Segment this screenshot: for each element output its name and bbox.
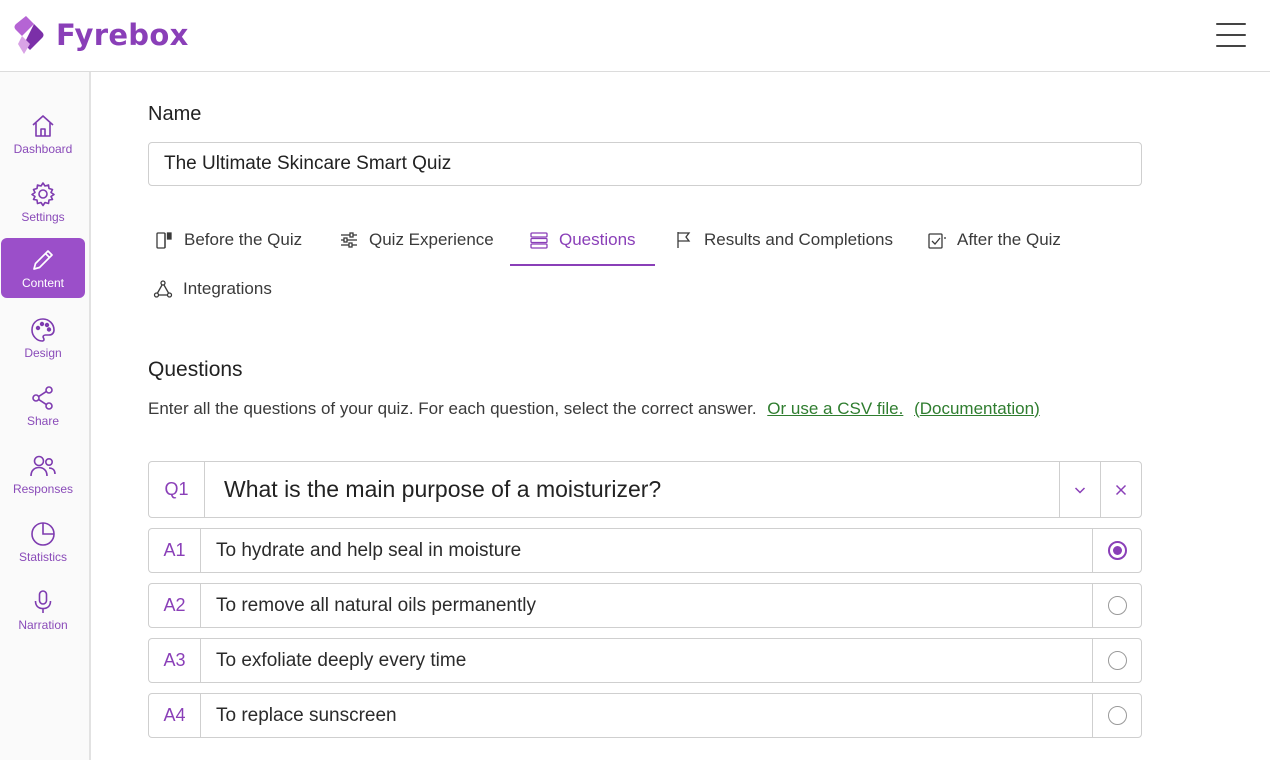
close-icon (1115, 484, 1127, 495)
sidebar-item-label: Content (21, 276, 65, 290)
microphone-icon (34, 590, 52, 613)
palette-icon (31, 318, 55, 342)
answer-row: A2 To remove all natural oils permanentl… (148, 583, 1142, 628)
sidebar-item-design[interactable]: Design (1, 308, 85, 368)
answer-text-input[interactable]: To hydrate and help seal in moisture (201, 529, 1092, 572)
sidebar-item-label: Share (26, 414, 60, 428)
checkbox-icon (928, 233, 946, 249)
question-row: Q1 What is the main purpose of a moistur… (148, 461, 1142, 518)
tab-results-and-completions[interactable]: Results and Completions (674, 218, 893, 262)
pie-chart-icon (31, 522, 55, 546)
answer-row: A3 To exfoliate deeply every time (148, 638, 1142, 683)
answer-number: A2 (149, 584, 201, 627)
brand-name: Fyrebox (56, 18, 189, 52)
tab-quiz-experience[interactable]: Quiz Experience (339, 218, 494, 262)
top-header: Fyrebox (0, 0, 1270, 72)
tab-after-the-quiz[interactable]: After the Quiz (927, 218, 1061, 262)
radio-empty-icon (1107, 596, 1127, 615)
flame-logo-icon (14, 16, 44, 54)
sidebar-item-content[interactable]: Content (1, 238, 85, 298)
radio-selected-icon (1107, 541, 1127, 560)
flag-icon (677, 232, 691, 248)
correct-answer-radio[interactable] (1092, 639, 1141, 682)
section-description: Enter all the questions of your quiz. Fo… (148, 399, 1040, 419)
home-icon (32, 115, 54, 137)
answer-number: A1 (149, 529, 201, 572)
csv-link[interactable]: Or use a CSV file. (767, 399, 903, 418)
gear-icon (31, 182, 55, 207)
sidebar-item-label: Narration (18, 618, 68, 632)
share-icon (32, 386, 53, 410)
sidebar-item-label: Settings (21, 210, 65, 224)
answer-number: A3 (149, 639, 201, 682)
sidebar: Dashboard Settings Content Design Share (0, 72, 91, 760)
correct-answer-radio[interactable] (1092, 584, 1141, 627)
tab-label: Questions (559, 230, 636, 249)
sidebar-item-label: Statistics (18, 550, 67, 564)
tab-label: Results and Completions (704, 230, 893, 249)
sliders-icon (341, 232, 357, 248)
sidebar-item-responses[interactable]: Responses (1, 444, 85, 504)
tab-before-the-quiz[interactable]: Before the Quiz (154, 218, 302, 262)
radio-empty-icon (1107, 706, 1127, 725)
tab-label: After the Quiz (957, 230, 1061, 249)
door-icon (156, 232, 172, 249)
answer-row: A4 To replace sunscreen (148, 693, 1142, 738)
chevron-down-icon (1074, 486, 1086, 494)
answer-row: A1 To hydrate and help seal in moisture (148, 528, 1142, 573)
tab-questions[interactable]: Questions (529, 218, 636, 262)
active-tab-indicator (510, 264, 655, 266)
section-title: Questions (148, 358, 243, 381)
sidebar-item-dashboard[interactable]: Dashboard (1, 104, 85, 164)
sidebar-item-narration[interactable]: Narration (1, 580, 85, 640)
hamburger-menu-icon[interactable] (1216, 23, 1246, 47)
brand-logo[interactable]: Fyrebox (12, 14, 189, 56)
sidebar-item-share[interactable]: Share (1, 376, 85, 436)
tab-integrations[interactable]: Integrations (153, 267, 272, 311)
name-label: Name (148, 103, 202, 125)
quiz-name-input[interactable] (148, 142, 1142, 186)
documentation-link[interactable]: (Documentation) (914, 399, 1040, 418)
users-icon (30, 455, 56, 477)
pencil-icon (33, 250, 53, 270)
sidebar-item-settings[interactable]: Settings (1, 172, 85, 232)
tab-label: Quiz Experience (369, 230, 494, 249)
sidebar-item-statistics[interactable]: Statistics (1, 512, 85, 572)
description-text: Enter all the questions of your quiz. Fo… (148, 399, 757, 418)
answer-number: A4 (149, 694, 201, 737)
correct-answer-radio[interactable] (1092, 694, 1141, 737)
sidebar-item-label: Dashboard (13, 142, 73, 156)
tab-label: Before the Quiz (184, 230, 303, 249)
sidebar-item-label: Responses (12, 482, 74, 496)
sidebar-item-label: Design (24, 346, 62, 360)
answer-text-input[interactable]: To remove all natural oils permanently (201, 584, 1092, 627)
delete-question-button[interactable] (1100, 462, 1141, 517)
answer-text-input[interactable]: To replace sunscreen (201, 694, 1092, 737)
collapse-question-button[interactable] (1059, 462, 1100, 517)
answer-text-input[interactable]: To exfoliate deeply every time (201, 639, 1092, 682)
tab-label: Integrations (183, 279, 272, 298)
network-icon (153, 280, 173, 298)
stack-icon (530, 232, 548, 249)
correct-answer-radio[interactable] (1092, 529, 1141, 572)
question-text-input[interactable]: What is the main purpose of a moisturize… (205, 462, 1059, 517)
question-number: Q1 (149, 462, 205, 517)
radio-empty-icon (1107, 651, 1127, 670)
